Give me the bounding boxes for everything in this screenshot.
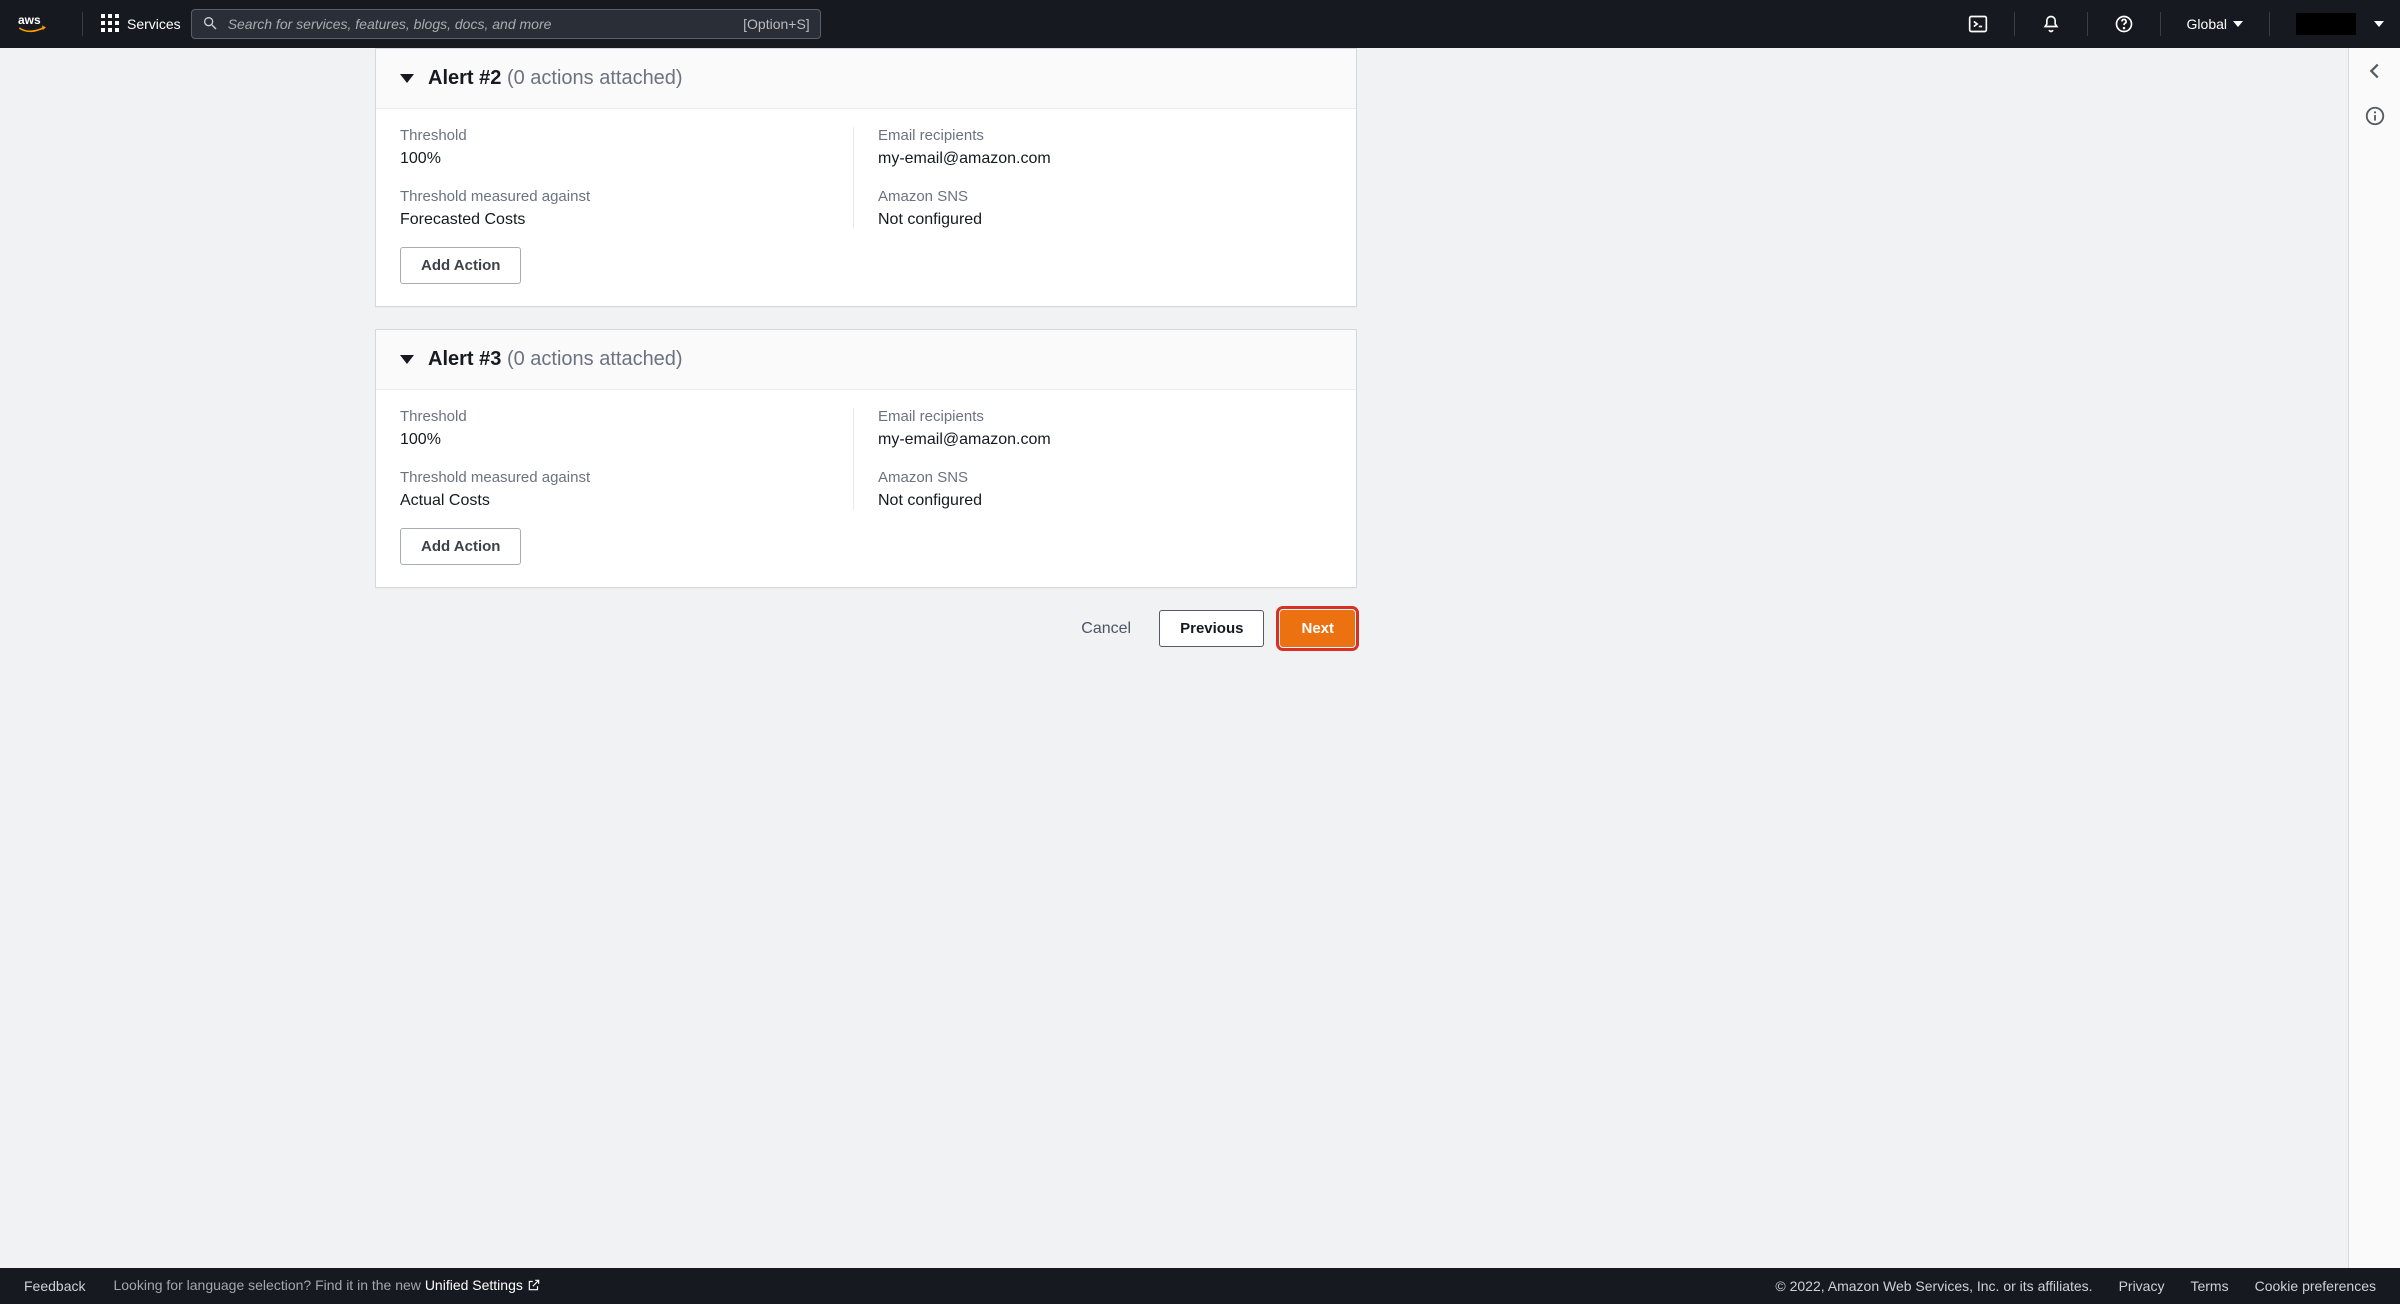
language-note: Looking for language selection? Find it …	[113, 1277, 540, 1295]
cloudshell-icon[interactable]	[1960, 14, 1996, 34]
sns-value: Not configured	[878, 211, 1332, 229]
right-info-rail	[2348, 48, 2400, 1268]
region-label: Global	[2187, 16, 2227, 32]
cancel-button[interactable]: Cancel	[1069, 612, 1143, 646]
alert-panel: Alert #3 (0 actions attached) Threshold …	[375, 329, 1357, 588]
main-area: Alert #2 (0 actions attached) Threshold …	[0, 48, 2400, 1268]
divider	[82, 12, 83, 36]
services-label: Services	[127, 16, 181, 32]
alert-panel-header[interactable]: Alert #3 (0 actions attached)	[376, 330, 1356, 390]
threshold-label: Threshold	[400, 127, 829, 144]
help-icon[interactable]	[2106, 14, 2142, 34]
content-column: Alert #2 (0 actions attached) Threshold …	[0, 48, 2348, 1268]
divider	[2269, 12, 2270, 36]
account-menu-redacted[interactable]	[2296, 13, 2356, 35]
divider	[2160, 12, 2161, 36]
sns-label: Amazon SNS	[878, 469, 1332, 486]
footer-bar: Feedback Looking for language selection?…	[0, 1268, 2400, 1304]
chevron-down-icon	[2233, 21, 2243, 27]
cookie-preferences-link[interactable]: Cookie preferences	[2255, 1278, 2376, 1294]
add-action-button[interactable]: Add Action	[400, 247, 521, 284]
email-recipients-value: my-email@amazon.com	[878, 150, 1332, 168]
add-action-button[interactable]: Add Action	[400, 528, 521, 565]
feedback-link[interactable]: Feedback	[24, 1278, 85, 1294]
threshold-measured-value: Actual Costs	[400, 492, 829, 510]
threshold-value: 100%	[400, 431, 829, 449]
services-grid-icon	[101, 14, 119, 35]
language-note-text: Looking for language selection? Find it …	[113, 1277, 424, 1293]
terms-link[interactable]: Terms	[2190, 1278, 2228, 1294]
sns-label: Amazon SNS	[878, 188, 1332, 205]
info-icon[interactable]	[2364, 105, 2386, 132]
svg-text:aws: aws	[18, 13, 41, 27]
wizard-actions: Cancel Previous Next	[375, 610, 1357, 647]
alert-title: Alert #2	[428, 67, 501, 89]
search-shortcut-hint: [Option+S]	[743, 16, 810, 32]
threshold-measured-label: Threshold measured against	[400, 469, 829, 486]
divider	[2087, 12, 2088, 36]
threshold-measured-value: Forecasted Costs	[400, 211, 829, 229]
unified-settings-link[interactable]: Unified Settings	[425, 1277, 541, 1293]
alert-actions-summary: (0 actions attached)	[507, 67, 683, 89]
sns-value: Not configured	[878, 492, 1332, 510]
collapse-triangle-icon[interactable]	[400, 355, 414, 364]
email-recipients-value: my-email@amazon.com	[878, 431, 1332, 449]
alert-panel-header[interactable]: Alert #2 (0 actions attached)	[376, 49, 1356, 109]
region-selector[interactable]: Global	[2179, 16, 2251, 32]
threshold-label: Threshold	[400, 408, 829, 425]
alert-panel: Alert #2 (0 actions attached) Threshold …	[375, 48, 1357, 307]
email-recipients-label: Email recipients	[878, 127, 1332, 144]
divider	[2014, 12, 2015, 36]
threshold-value: 100%	[400, 150, 829, 168]
privacy-link[interactable]: Privacy	[2119, 1278, 2165, 1294]
notifications-icon[interactable]	[2033, 14, 2069, 34]
search-box[interactable]: [Option+S]	[191, 9, 821, 39]
copyright-text: © 2022, Amazon Web Services, Inc. or its…	[1775, 1278, 2092, 1294]
previous-button[interactable]: Previous	[1159, 610, 1264, 647]
alert-actions-summary: (0 actions attached)	[507, 348, 683, 370]
search-icon	[202, 15, 218, 34]
aws-logo[interactable]: aws	[16, 12, 60, 36]
alert-title: Alert #3	[428, 348, 501, 370]
top-nav: aws Services [Option+S] Global	[0, 0, 2400, 48]
external-link-icon	[527, 1278, 541, 1295]
chevron-down-icon	[2374, 21, 2384, 27]
search-input[interactable]	[228, 16, 733, 32]
next-button[interactable]: Next	[1280, 610, 1355, 647]
threshold-measured-label: Threshold measured against	[400, 188, 829, 205]
unified-settings-label: Unified Settings	[425, 1277, 523, 1293]
email-recipients-label: Email recipients	[878, 408, 1332, 425]
collapse-rail-icon[interactable]	[2364, 60, 2386, 87]
services-menu[interactable]: Services	[101, 14, 181, 35]
collapse-triangle-icon[interactable]	[400, 74, 414, 83]
